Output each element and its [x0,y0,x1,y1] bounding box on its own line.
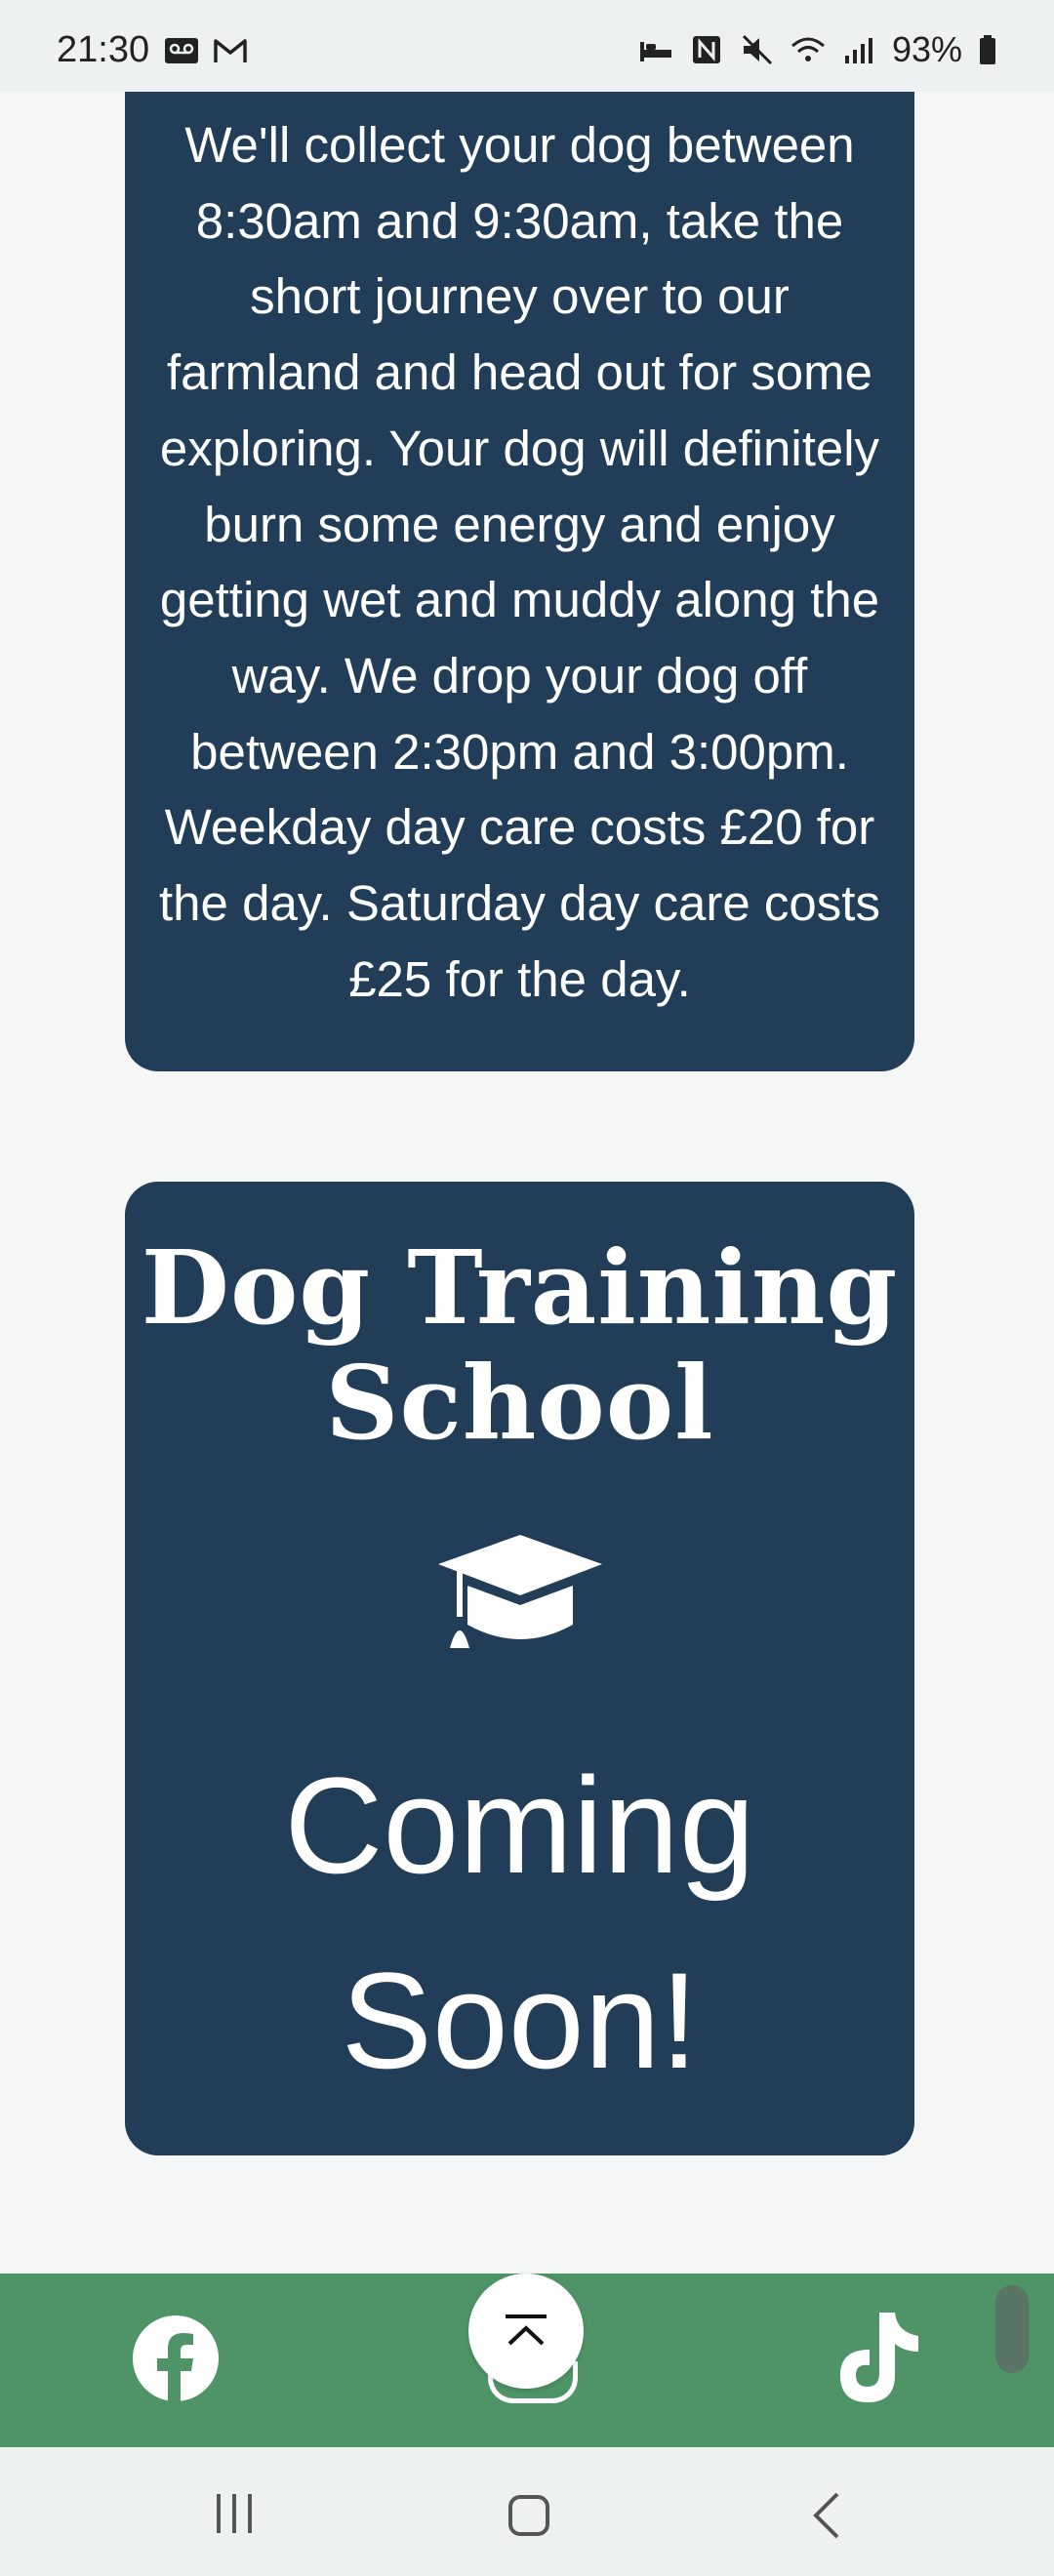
training-title: Dog Training School [141,1228,899,1463]
battery-icon [980,35,995,64]
voicemail-icon [165,38,198,63]
daycare-description: We'll collect your dog between 8:30am an… [159,117,880,1007]
daycare-card: We'll collect your dog between 8:30am an… [125,92,914,1071]
chevron-up-icon [506,2314,547,2346]
status-time: 21:30 [57,29,150,70]
recents-icon[interactable] [213,2492,256,2535]
status-bar: 21:30 93% [0,0,1054,92]
gmail-icon [214,39,247,62]
graduation-cap-icon [438,1535,602,1648]
back-icon[interactable] [810,2492,841,2539]
system-navigation-bar [0,2447,1054,2576]
mute-icon [742,34,772,65]
back-to-top-button[interactable] [468,2274,584,2389]
home-icon[interactable] [507,2494,550,2537]
scroll-handle[interactable] [995,2285,1029,2373]
bed-icon [639,42,671,61]
tiktok-icon[interactable] [836,2311,920,2404]
coming-soon-text: Coming Soon! [284,1749,755,2097]
training-card: Dog Training School Coming Soon! [125,1182,914,2155]
battery-percent: 93% [891,29,962,69]
nfc-icon [692,36,720,63]
facebook-icon[interactable] [132,2314,220,2402]
signal-icon [844,38,872,63]
wifi-icon [790,37,825,61]
